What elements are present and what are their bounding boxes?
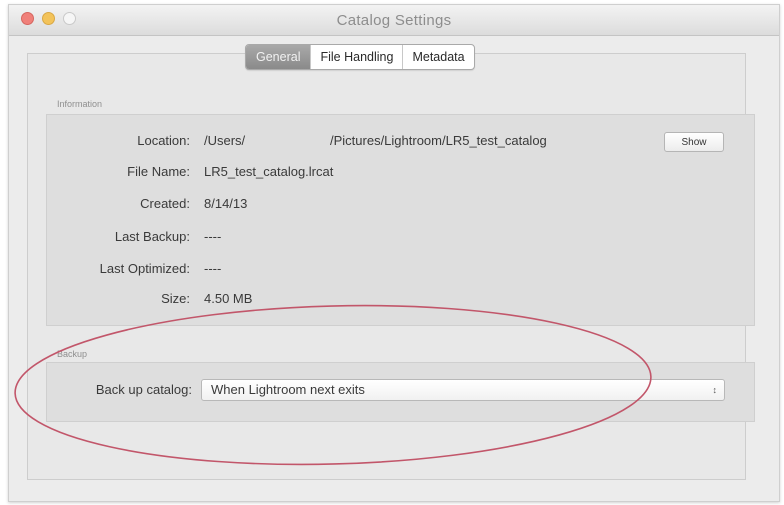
created-label-row: Created: <box>0 195 190 213</box>
information-section-label: Information <box>57 99 103 109</box>
file-name-label-row: File Name: <box>0 163 190 181</box>
created-value: 8/14/13 <box>204 196 248 211</box>
size-label: Size: <box>161 291 190 306</box>
last-optimized-label: Last Optimized: <box>99 261 190 276</box>
tab-bar: General File Handling Metadata <box>245 44 475 70</box>
last-backup-label-row: Last Backup: <box>0 228 190 246</box>
last-backup-value: ---- <box>204 229 222 244</box>
tab-metadata[interactable]: Metadata <box>403 45 473 69</box>
backup-label-row: Back up catalog: <box>0 381 192 399</box>
size-label-row: Size: <box>0 290 190 308</box>
location-label-row: Location: <box>0 132 190 150</box>
location-label: Location: <box>137 133 190 148</box>
show-button[interactable]: Show <box>664 132 724 152</box>
file-name-label: File Name: <box>127 164 190 179</box>
last-optimized-label-row: Last Optimized: <box>0 260 190 278</box>
backup-frequency-select[interactable]: When Lightroom next exits ↕ <box>201 379 725 401</box>
tab-file-handling[interactable]: File Handling <box>311 45 404 69</box>
tab-general[interactable]: General <box>246 45 312 69</box>
last-backup-label: Last Backup: <box>114 229 190 244</box>
location-path-value: /Pictures/Lightroom/LR5_test_catalog <box>330 133 547 148</box>
back-up-catalog-label: Back up catalog: <box>95 382 192 397</box>
backup-frequency-value: When Lightroom next exits <box>211 382 365 397</box>
updown-arrows-icon: ↕ <box>712 385 718 395</box>
window-title: Catalog Settings <box>336 12 452 29</box>
size-value: 4.50 MB <box>204 291 253 306</box>
last-optimized-value: ---- <box>204 261 222 276</box>
created-label: Created: <box>140 196 190 211</box>
file-name-value: LR5_test_catalog.lrcat <box>204 164 334 179</box>
title-bar: Catalog Settings <box>9 5 779 36</box>
backup-section-label: Backup <box>57 349 88 359</box>
location-user-value: /Users/ <box>204 133 246 148</box>
